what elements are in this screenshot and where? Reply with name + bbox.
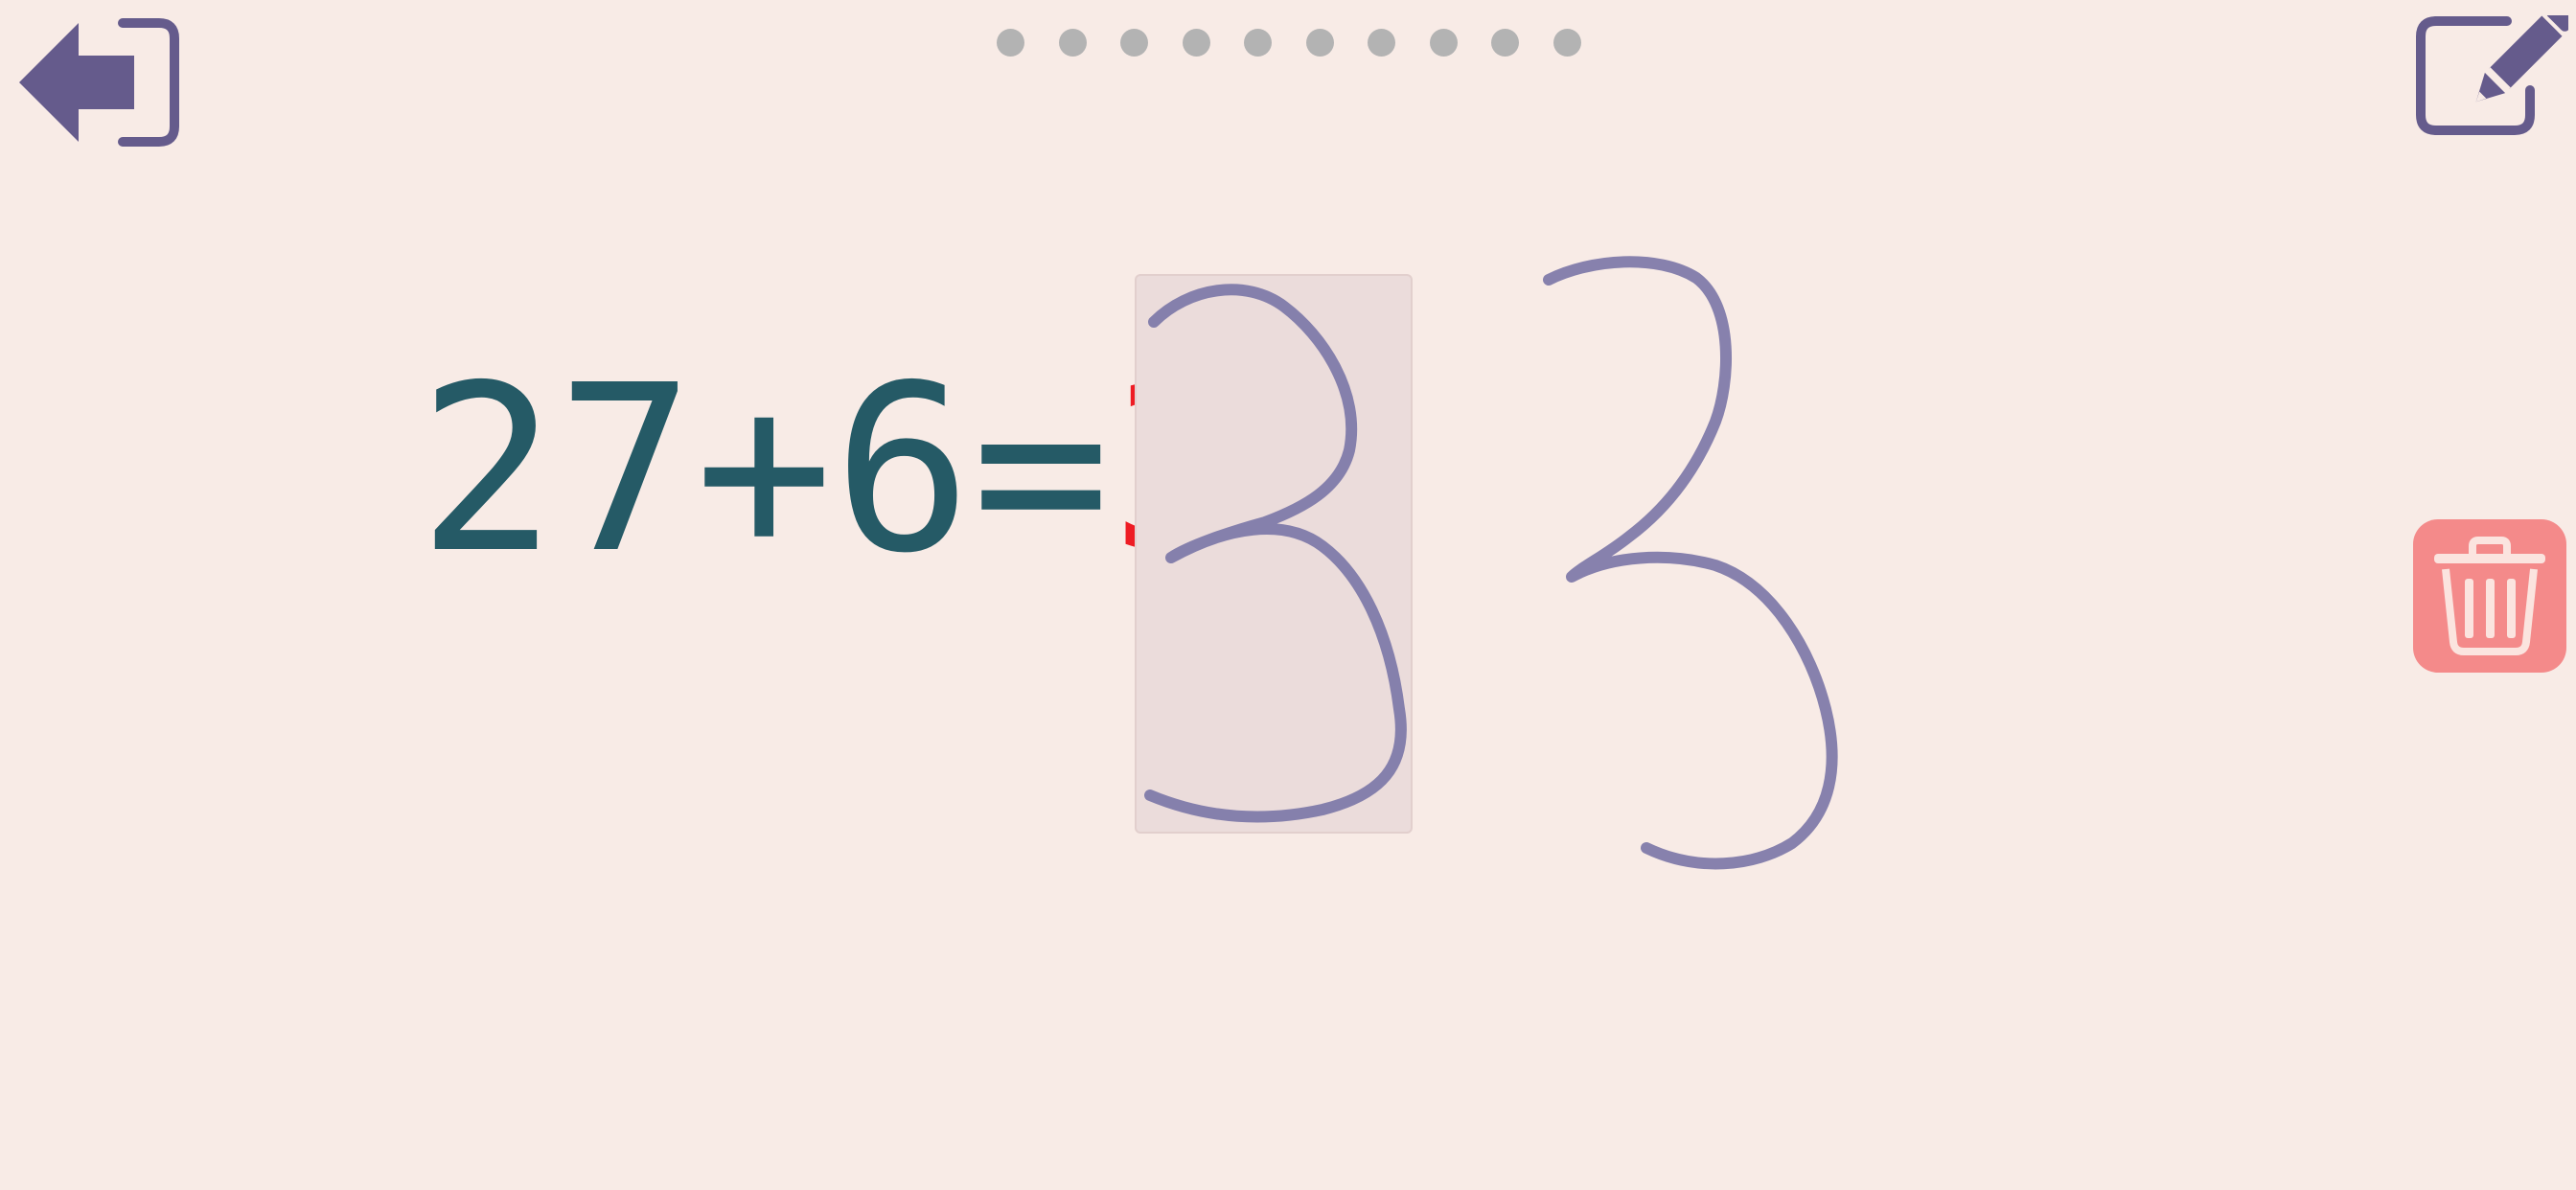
progress-dot xyxy=(997,28,1024,57)
answer-input-slot[interactable] xyxy=(1135,274,1413,834)
equation: 27 + 6 = 3 xyxy=(418,355,1249,584)
plus-sign: + xyxy=(694,335,834,604)
handwritten-digit-3-second xyxy=(1543,256,1838,870)
equals-sign: = xyxy=(971,335,1111,604)
progress-indicator xyxy=(997,27,1581,57)
progress-dot xyxy=(1552,28,1581,57)
progress-dot xyxy=(1491,28,1519,57)
progress-dot xyxy=(1368,28,1395,57)
progress-dot xyxy=(1120,28,1148,57)
progress-dot xyxy=(1182,28,1210,57)
exit-arrow-icon xyxy=(19,18,179,147)
trash-icon xyxy=(2413,519,2566,673)
progress-dot xyxy=(1429,28,1458,57)
progress-dot xyxy=(1305,28,1334,57)
pencil-edit-icon xyxy=(2416,15,2568,135)
exit-button[interactable] xyxy=(17,17,180,148)
progress-dot xyxy=(1058,28,1087,57)
clear-button[interactable] xyxy=(2413,519,2566,673)
operand-1: 27 xyxy=(418,335,695,604)
operand-2: 6 xyxy=(833,335,972,604)
edit-button[interactable] xyxy=(2415,15,2568,138)
progress-dot xyxy=(1244,28,1272,57)
